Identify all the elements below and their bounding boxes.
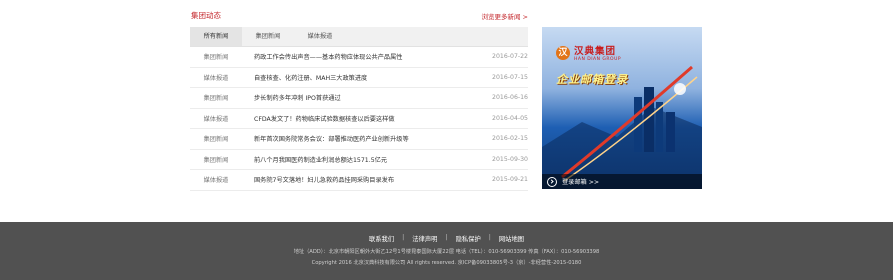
news-date: 2015-09-30 <box>492 155 528 163</box>
news-title-link[interactable]: 新年首次国务院常务会议：部署推动医药产业创新升级等 <box>242 134 478 143</box>
news-date: 2016-04-05 <box>492 114 528 122</box>
news-category: 集团新闻 <box>203 95 229 103</box>
mail-login-button[interactable]: 登录邮箱 >> <box>542 174 702 189</box>
footer-links: 联系我们 | 法律声明 | 隐私保护 | 网站地图 <box>0 234 893 243</box>
tab-media-reports[interactable]: 媒体报道 <box>294 27 346 46</box>
news-title-link[interactable]: 国务院7号文落地！妇儿急救药品挂网采购目录发布 <box>242 175 478 184</box>
group-logo: 汉 汉典集团 HAN DIAN GROUP <box>556 43 621 62</box>
news-tabs: 所有新闻 集团新闻 媒体报道 <box>190 27 528 47</box>
footer-link-legal[interactable]: 法律声明 <box>404 234 445 243</box>
news-date: 2016-06-16 <box>492 94 528 102</box>
news-category: 媒体报道 <box>203 115 229 123</box>
news-title-link[interactable]: 前八个月我国医药制造业利润总额达1571.5亿元 <box>242 155 478 164</box>
news-date: 2015-09-21 <box>492 176 528 184</box>
banner-title: 企业邮箱登录 <box>556 73 628 86</box>
enterprise-mail-banner[interactable]: 汉 汉典集团 HAN DIAN GROUP 企业邮箱登录 登录邮箱 >> <box>542 27 702 189</box>
news-row[interactable]: 媒体报道 国务院7号文落地！妇儿急救药品挂网采购目录发布 2015-09-21 <box>190 170 528 191</box>
news-date: 2016-07-22 <box>492 53 528 61</box>
news-row[interactable]: 集团新闻 步长制药多年冲刺 IPO首获通过 2016-06-16 <box>190 88 528 109</box>
news-row[interactable]: 媒体报道 CFDA发文了！药物临床试验数据核查以后要这样做 2016-04-05 <box>190 109 528 129</box>
news-row[interactable]: 集团新闻 新年首次国务院常务会议：部署推动医药产业创新升级等 2016-02-1… <box>190 129 528 150</box>
footer-link-sitemap[interactable]: 网站地图 <box>491 234 532 243</box>
news-title-link[interactable]: CFDA发文了！药物临床试验数据核查以后要这样做 <box>242 114 478 123</box>
news-category: 集团新闻 <box>203 156 229 164</box>
group-news-panel: 集团动态 浏览更多新闻 > 所有新闻 集团新闻 媒体报道 集团新闻 药政工作会传… <box>190 0 528 191</box>
tab-group-news[interactable]: 集团新闻 <box>242 27 294 46</box>
news-category: 集团新闻 <box>203 136 229 144</box>
news-title-link[interactable]: 自查核查、化药注册、MAH三大政策进度 <box>242 73 478 82</box>
news-category: 集团新闻 <box>203 54 229 62</box>
footer-copyright: Copyright 2016 北京汉典科技有限公司 All rights res… <box>311 260 582 266</box>
news-category: 媒体报道 <box>203 74 229 82</box>
news-date: 2016-07-15 <box>492 73 528 81</box>
section-title: 集团动态 <box>191 11 221 20</box>
news-date: 2016-02-15 <box>492 135 528 143</box>
news-list: 集团新闻 药政工作会传出声音——基本药物应体现公共产品属性 2016-07-22… <box>190 47 528 191</box>
mail-login-label[interactable]: 登录邮箱 >> <box>562 177 599 186</box>
news-row[interactable]: 媒体报道 自查核查、化药注册、MAH三大政策进度 2016-07-15 <box>190 68 528 88</box>
more-news-link[interactable]: 浏览更多新闻 > <box>481 11 528 21</box>
news-title-link[interactable]: 步长制药多年冲刺 IPO首获通过 <box>242 93 478 102</box>
news-category: 媒体报道 <box>203 177 229 185</box>
footer-link-privacy[interactable]: 隐私保护 <box>448 234 489 243</box>
news-header: 集团动态 浏览更多新闻 > <box>190 0 528 27</box>
footer-link-contact[interactable]: 联系我们 <box>361 234 402 243</box>
arrow-circle-icon <box>547 176 557 187</box>
logo-text-cn: 汉典集团 <box>574 46 617 57</box>
logo-mark: 汉 <box>556 45 570 60</box>
news-row[interactable]: 集团新闻 前八个月我国医药制造业利润总额达1571.5亿元 2015-09-30 <box>190 150 528 170</box>
site-footer: 联系我们 | 法律声明 | 隐私保护 | 网站地图 地址（ADD）：北京市朝阳区… <box>0 222 893 280</box>
tab-all-news[interactable]: 所有新闻 <box>190 27 242 46</box>
news-row[interactable]: 集团新闻 药政工作会传出声音——基本药物应体现公共产品属性 2016-07-22 <box>190 47 528 68</box>
news-title-link[interactable]: 药政工作会传出声音——基本药物应体现公共产品属性 <box>242 52 478 61</box>
logo-text-en: HAN DIAN GROUP <box>574 57 622 62</box>
footer-address: 地址（ADD）：北京市朝阳区朝外大街乙12号1号楼昆泰国际大厦22层 电话（TE… <box>293 249 600 255</box>
